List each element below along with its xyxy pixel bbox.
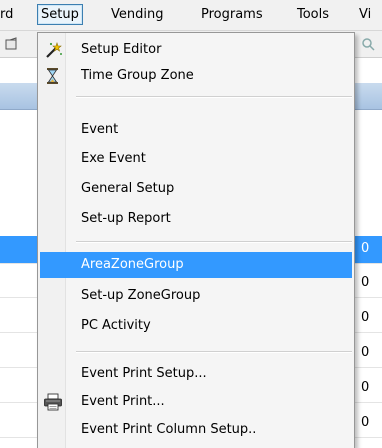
menu-item-general-setup[interactable]: General Setup [40, 176, 352, 202]
menu-item-label: Event Print... [81, 394, 165, 409]
hourglass-icon [47, 68, 58, 84]
setup-dropdown-menu: Setup Editor Time Group Zone Event Exe E… [37, 32, 355, 448]
menu-item-event[interactable]: Event [40, 117, 352, 143]
menu-item-label: Exe Event [81, 151, 146, 166]
menu-item-label: AreaZoneGroup [81, 257, 184, 272]
menu-item-exe-event[interactable]: Exe Event [40, 146, 352, 172]
wand-icon [46, 42, 62, 58]
menu-item-label: General Setup [81, 181, 175, 196]
row-value: 0 [361, 345, 370, 360]
menu-item-label: Time Group Zone [81, 68, 194, 83]
menu-item-record[interactable]: rd [0, 5, 16, 24]
menu-separator [76, 351, 352, 353]
menu-item-label: Event Print Column Setup.. [81, 422, 257, 437]
menu-item-event-print-column-setup[interactable]: Event Print Column Setup.. [40, 417, 352, 443]
menu-item-tools[interactable]: Tools [294, 5, 332, 24]
toolbar-tool-icon[interactable] [4, 36, 20, 52]
menu-separator [76, 96, 352, 98]
row-value: 0 [361, 310, 370, 325]
row-value: 0 [361, 415, 370, 430]
row-value: 0 [361, 380, 370, 395]
menu-item-pc-activity[interactable]: PC Activity [40, 313, 352, 339]
menu-item-view[interactable]: Vi [356, 5, 374, 24]
menu-item-label: Event Print Setup... [81, 366, 207, 381]
row-value: 0 [361, 241, 370, 256]
menu-item-setup-zone-group[interactable]: Set-up ZoneGroup [40, 283, 352, 309]
menu-item-label: Set-up Report [81, 211, 171, 226]
menu-item-setup-editor[interactable]: Setup Editor [40, 37, 352, 63]
menu-item-label: Setup Editor [81, 42, 162, 57]
row-value: 0 [361, 275, 370, 290]
menu-item-programs[interactable]: Programs [198, 5, 266, 24]
menu-item-event-print[interactable]: Event Print... [40, 389, 352, 415]
menu-separator [76, 241, 352, 243]
menu-item-vending[interactable]: Vending [108, 5, 166, 24]
toolbar-search-icon[interactable] [360, 36, 376, 52]
menu-item-label: PC Activity [81, 318, 151, 333]
menu-item-label: Set-up ZoneGroup [81, 288, 201, 303]
menu-item-setup[interactable]: Setup [37, 4, 83, 25]
menu-item-area-zone-group[interactable]: AreaZoneGroup [40, 252, 352, 278]
menu-item-event-print-setup[interactable]: Event Print Setup... [40, 361, 352, 387]
menu-item-time-group-zone[interactable]: Time Group Zone [40, 63, 352, 89]
menu-item-setup-report[interactable]: Set-up Report [40, 206, 352, 232]
menu-item-label: Event [81, 122, 119, 137]
menu-bar: rd Setup Vending Programs Tools Vi [0, 0, 382, 31]
printer-icon [44, 393, 62, 411]
